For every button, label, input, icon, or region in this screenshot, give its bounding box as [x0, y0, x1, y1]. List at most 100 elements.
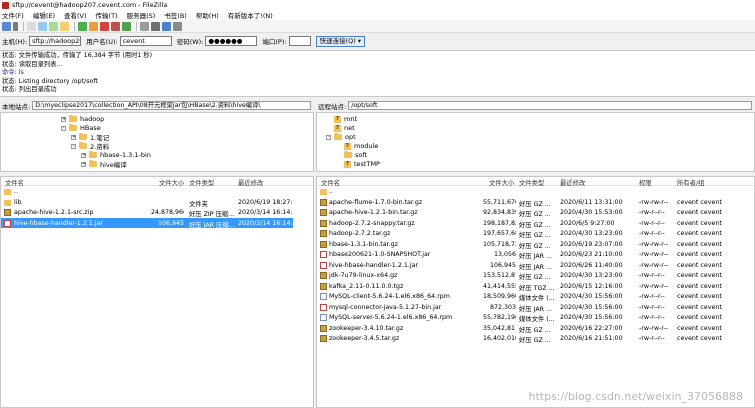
- file-row[interactable]: apache-hive-1.2.1-bin.tar.gz 92,834,839 好压…: [317, 207, 754, 218]
- host-input[interactable]: sftp://hadoop207.: [29, 36, 82, 46]
- message-log-toggle-icon[interactable]: [27, 21, 36, 31]
- archive-file-icon: [320, 209, 327, 216]
- password-input[interactable]: ●●●●●●: [205, 36, 258, 46]
- tree-item-opt[interactable]: - opt: [326, 132, 356, 142]
- file-row-selected[interactable]: hive-hbase-handler-1.2.1.jar 106,945 好压 …: [1, 217, 293, 229]
- file-size: 41,414,555: [483, 282, 516, 290]
- remote-tree-toggle-icon[interactable]: [49, 21, 58, 31]
- username-input[interactable]: cevent: [119, 36, 172, 46]
- collapse-icon[interactable]: -: [61, 125, 66, 131]
- expand-icon[interactable]: +: [81, 152, 86, 158]
- cancel-icon[interactable]: [100, 21, 109, 31]
- tree-item-net[interactable]: ? net: [334, 124, 355, 133]
- archive-file-icon: [320, 198, 327, 206]
- file-row[interactable]: hbase200621-1.0-SNAPSHOT.jar 13,056 好压 JAR…: [317, 249, 754, 260]
- file-row[interactable]: zookeeper-3.4.5.tar.gz 16,402,010 好压 GZ ..…: [317, 333, 754, 344]
- file-size: 106,945: [157, 219, 184, 227]
- file-modified: 2020/6/16 22:27:00: [560, 324, 623, 332]
- menu-bar: 文件(F) 编辑(E) 查看(V) 传输(T) 服务器(S) 书签(B) 帮助(…: [0, 10, 755, 20]
- tree-item-module[interactable]: ? module: [344, 142, 378, 151]
- file-name: ..: [14, 188, 19, 195]
- file-modified: 2020/4/30 15:53:00: [560, 209, 623, 216]
- process-queue-icon[interactable]: [89, 21, 98, 31]
- file-row[interactable]: lib 文件夹 2020/6/19 18:27:...: [1, 197, 313, 208]
- file-row[interactable]: mysql-connector-java-5.1.27-bin.jar 872,3…: [317, 302, 754, 313]
- site-manager-icon[interactable]: [2, 21, 11, 31]
- log-line: 状态: 文件传输成功，传输了 16,384 字节 (用时1 秒): [2, 52, 153, 59]
- refresh-icon[interactable]: [78, 21, 87, 31]
- tree-item-mnt[interactable]: ? mnt: [334, 115, 357, 124]
- dropdown-arrow-icon[interactable]: [13, 21, 18, 31]
- remote-file-list: 文件名 文件大小 文件类型 最近修改 权限 所有者/组 .. apache-flu…: [316, 176, 755, 408]
- collapse-icon[interactable]: -: [326, 134, 331, 140]
- file-size: 197,657,687: [483, 230, 516, 237]
- file-row[interactable]: ..: [1, 186, 313, 197]
- folder-icon: [89, 150, 97, 159]
- toolbar-separator: [136, 21, 137, 31]
- file-size: 55,782,196: [483, 314, 516, 321]
- file-permissions: -rw-rw-r--: [639, 198, 669, 206]
- local-site-label: 本地站点:: [2, 102, 31, 111]
- tree-item-hive-compile[interactable]: + hive编译: [81, 159, 127, 169]
- tree-item-hadoop[interactable]: + hadoop: [61, 114, 104, 124]
- file-owner: cevent cevent: [677, 293, 722, 300]
- menu-transfer[interactable]: 传输(T): [96, 10, 118, 20]
- compare-icon[interactable]: [151, 21, 160, 31]
- file-row[interactable]: apache-flume-1.7.0-bin.tar.gz 55,711,670 好…: [317, 197, 754, 208]
- chevron-down-icon[interactable]: ▾: [358, 37, 361, 46]
- file-row[interactable]: MySQL-server-5.6.24-1.el6.x86_64.rpm 55,7…: [317, 312, 754, 323]
- log-line: 状态: 读取目录列表...: [2, 60, 63, 68]
- transfer-queue-toggle-icon[interactable]: [60, 21, 69, 31]
- file-row[interactable]: ..: [317, 186, 754, 197]
- file-modified: 2020/4/30 15:56:00: [560, 303, 623, 311]
- menu-file[interactable]: 文件(F): [2, 10, 24, 20]
- menu-server[interactable]: 服务器(S): [127, 10, 156, 20]
- disconnect-icon[interactable]: [111, 21, 120, 31]
- file-name: lib: [14, 198, 22, 206]
- quickconnect-button[interactable]: 快速连接(Q) ▾: [315, 35, 366, 47]
- search-icon[interactable]: [173, 21, 182, 31]
- local-tree-toggle-icon[interactable]: [38, 21, 47, 31]
- menu-bookmarks[interactable]: 书签(B): [164, 10, 187, 20]
- menu-edit[interactable]: 编辑(E): [33, 10, 55, 20]
- file-modified: 2020/6/11 13:31:00: [560, 198, 623, 206]
- menu-new-version[interactable]: 有新版本了!(N): [228, 10, 273, 20]
- sync-browse-icon[interactable]: [162, 21, 171, 31]
- file-size: 13,056: [493, 251, 516, 258]
- collapse-icon[interactable]: -: [71, 143, 76, 149]
- toolbar: [0, 20, 755, 33]
- file-modified: 2020/6/16 21:51:00: [560, 335, 623, 342]
- reconnect-icon[interactable]: [122, 21, 131, 31]
- tree-item-soft[interactable]: soft: [344, 150, 368, 160]
- expand-icon[interactable]: +: [61, 116, 66, 122]
- local-site-path-input[interactable]: D:\myeclipse2017\collection_API\08开元框架ja…: [32, 101, 311, 110]
- menu-view[interactable]: 查看(V): [64, 10, 87, 20]
- file-permissions: -rw-r--r--: [639, 335, 665, 342]
- unknown-folder-icon: ?: [334, 124, 341, 132]
- file-row[interactable]: hbase-1.3.1-bin.tar.gz105,718,722好压 GZ .…: [317, 239, 754, 250]
- file-row[interactable]: zookeeper-3.4.10.tar.gz 35,042,811 好压 GZ .…: [317, 323, 754, 334]
- file-row[interactable]: MySQL-client-5.6.24-1.el6.x86_64.rpm 18,5…: [317, 291, 754, 302]
- file-row[interactable]: hadoop-2.7.2-snappy.tar.gz198,187,829好压 …: [317, 218, 754, 229]
- file-modified: 2020/3/14 16:14:...: [238, 219, 292, 227]
- expand-icon[interactable]: +: [71, 134, 76, 140]
- file-row[interactable]: hadoop-2.7.2.tar.gz197,657,687好压 GZ ...2…: [317, 228, 754, 239]
- file-icon: [320, 293, 327, 300]
- file-row[interactable]: hive-hbase-handler-1.2.1.jar 106,945 好压 JA…: [317, 260, 754, 271]
- file-permissions: -rw-rw-r--: [639, 240, 669, 248]
- tree-item-label: soft: [355, 151, 368, 160]
- menu-help[interactable]: 帮助(H): [196, 10, 219, 20]
- remote-site-path-input[interactable]: /opt/soft: [348, 101, 752, 110]
- tree-item-testtmp[interactable]: ? testTMP: [344, 160, 380, 169]
- file-size: 153,512,879: [483, 272, 516, 279]
- file-size: 106,945: [489, 261, 516, 269]
- file-row[interactable]: jdk-7u79-linux-x64.gz153,512,879好压 GZ ..…: [317, 270, 754, 281]
- file-modified: 2020/4/30 13:23:00: [560, 230, 623, 237]
- tree-item-materials[interactable]: - 2.资料: [71, 141, 110, 152]
- file-row[interactable]: kafka_2.11-0.11.0.0.tgz 41,414,555 好压 TGZ …: [317, 281, 754, 292]
- file-row[interactable]: apache-hive-1.2.1-src.zip 24,878,966 好压 …: [1, 207, 313, 218]
- tree-item-label: 2.资料: [90, 143, 110, 152]
- filter-icon[interactable]: [140, 21, 149, 31]
- port-input[interactable]: [288, 36, 311, 46]
- expand-icon[interactable]: +: [81, 161, 86, 167]
